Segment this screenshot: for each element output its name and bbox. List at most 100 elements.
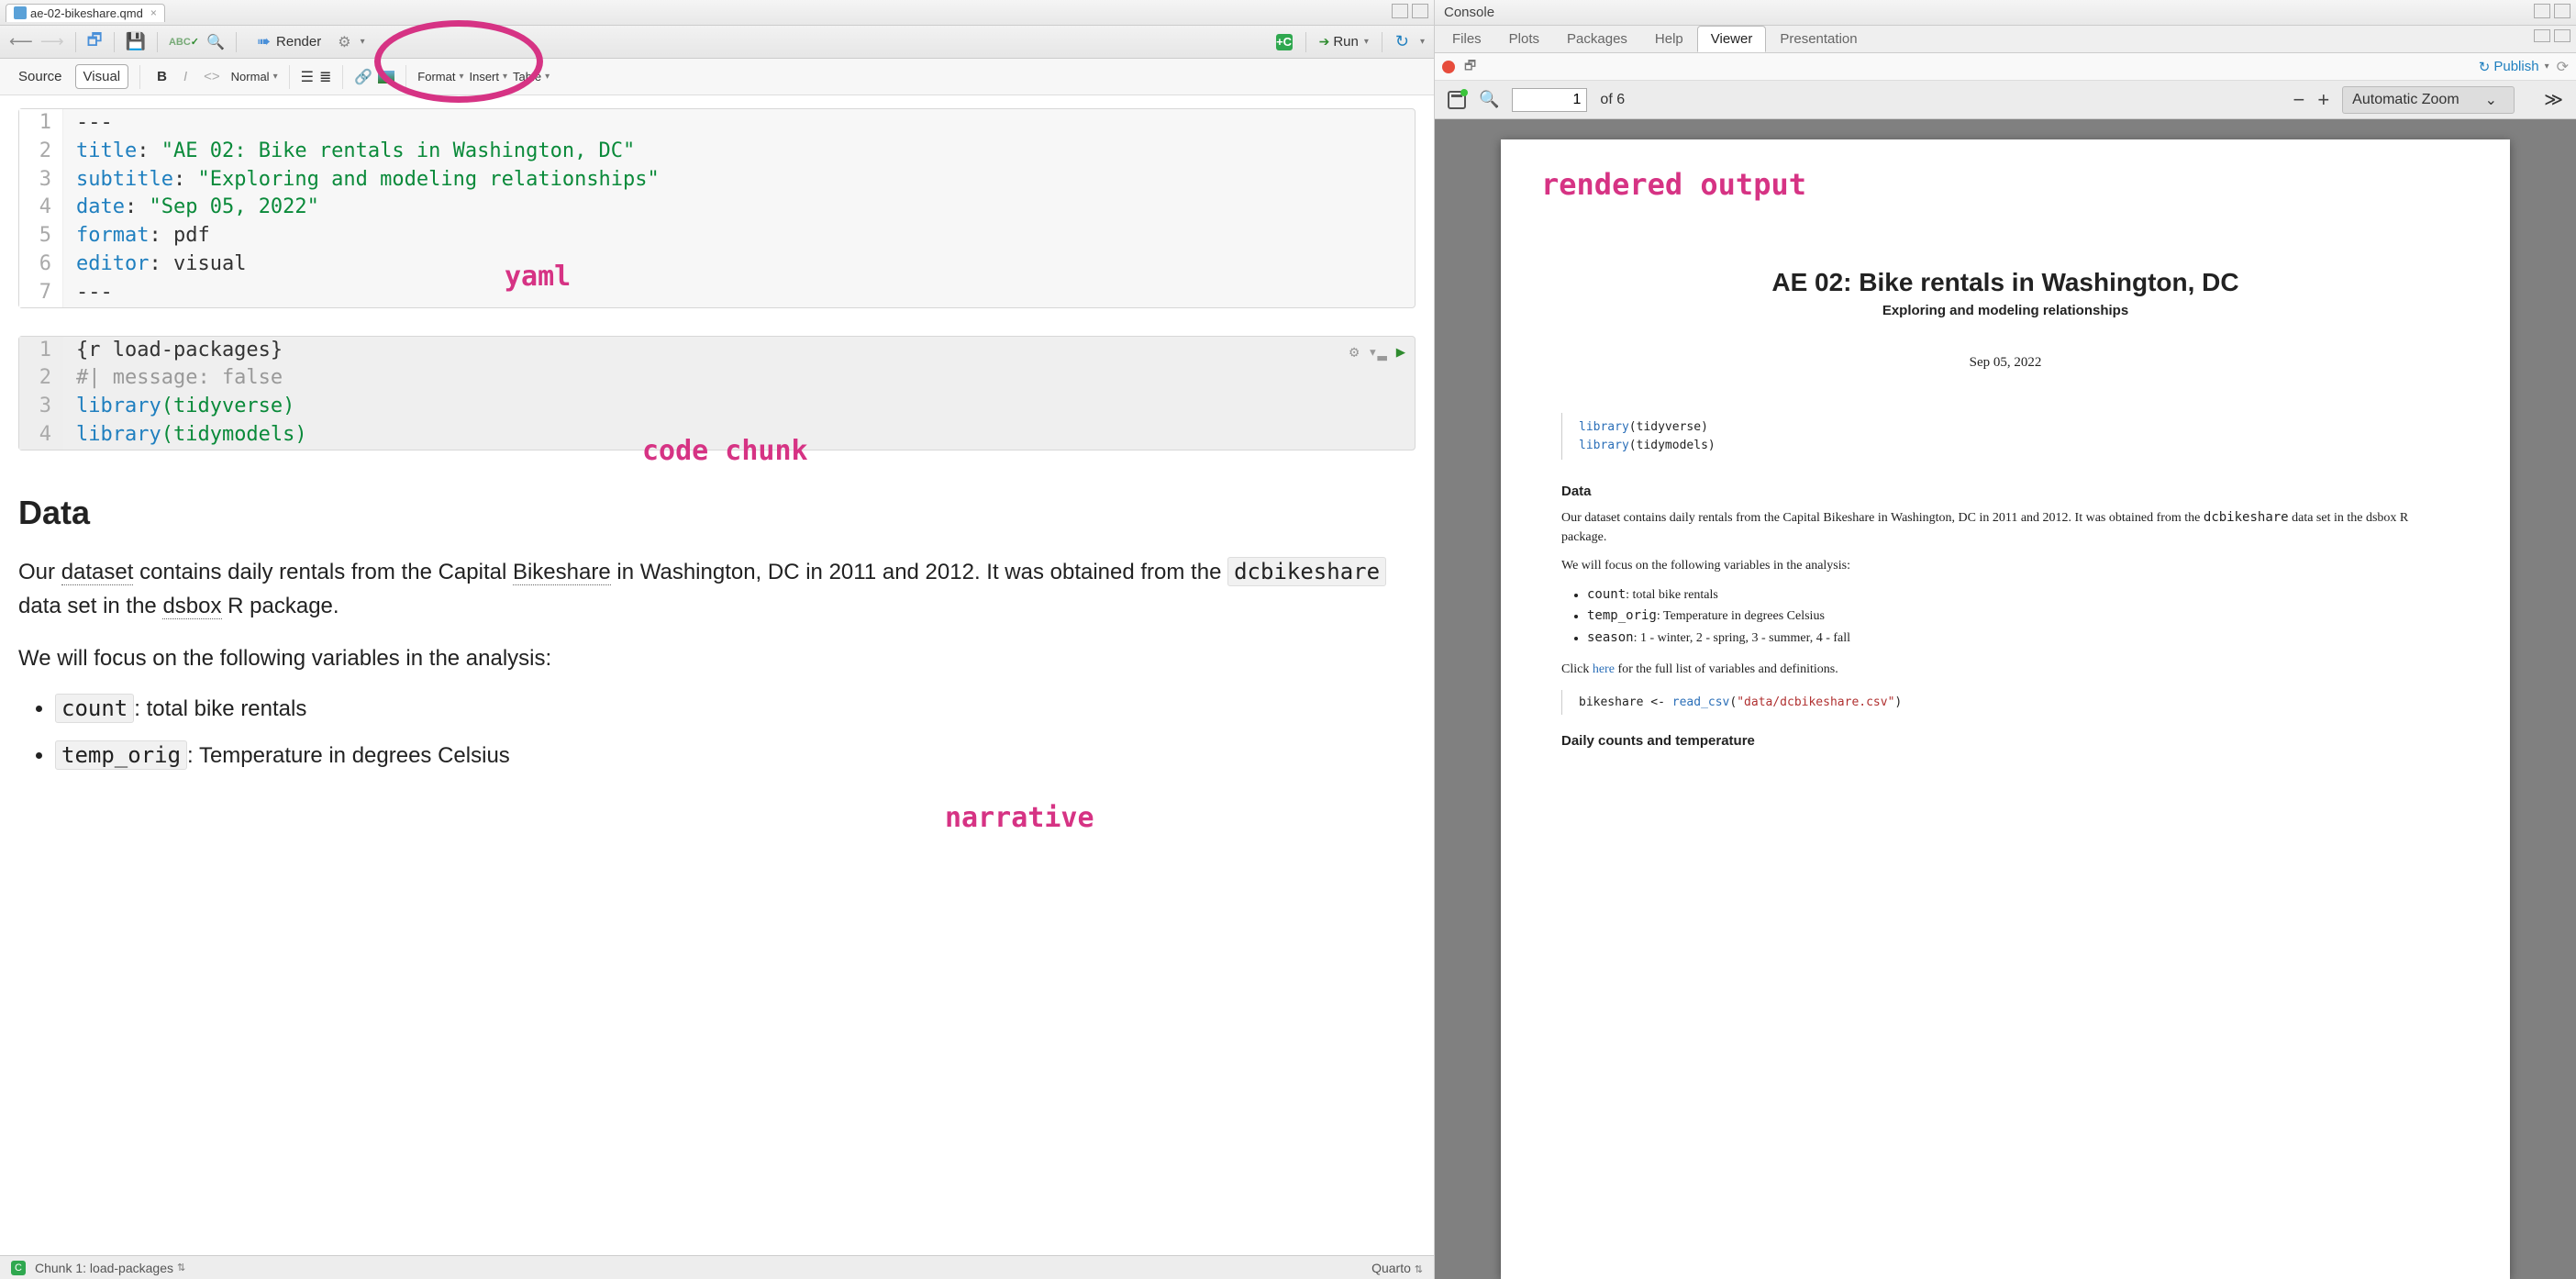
paragraph-style-dropdown[interactable]: Normal▾ [231,70,278,83]
save-icon[interactable]: 💾 [126,32,146,51]
rendered-data-heading: Data [1561,484,2449,499]
chunk-indicator-icon: C [11,1261,26,1275]
console-tab-bar: Console [1435,0,2576,26]
rendered-para1: Our dataset contains daily rentals from … [1561,508,2449,547]
plots-tab[interactable]: Plots [1495,26,1553,52]
refresh-viewer-icon[interactable]: ⟳ [2557,58,2569,76]
spellcheck-icon[interactable]: ABC✓ [169,36,199,48]
rendered-code-libs: library(tidyverse) library(tidymodels) [1561,413,2449,460]
quarto-doc-icon [14,6,27,19]
code-format-button[interactable]: <> [198,66,226,87]
render-settings-caret-icon[interactable]: ▾ [361,37,365,47]
pdf-tools-icon[interactable]: ≫ [2544,88,2563,111]
console-min-icon[interactable] [2534,4,2550,18]
rendered-para2: We will focus on the following variables… [1561,556,2449,575]
minimize-pane-icon[interactable] [1392,4,1408,18]
bold-button[interactable]: B [151,66,172,87]
run-caret-icon: ▾ [1364,37,1369,47]
run-label: Run [1333,34,1359,50]
table-menu[interactable]: Table▾ [513,70,550,83]
image-icon[interactable] [378,71,394,83]
format-menu[interactable]: Format▾ [417,70,463,83]
code-chunk[interactable]: ⚙ ▾▂ ▶ 1{r load-packages} 2#| message: f… [18,336,1416,450]
rendered-read-csv: bikeshare <- read_csv("data/dcbikeshare.… [1561,690,2449,715]
zoom-in-icon[interactable]: + [2317,88,2329,112]
viewer-tab[interactable]: Viewer [1697,26,1767,52]
link-icon[interactable]: 🔗 [354,68,372,86]
publish-icon[interactable]: ↻ [1395,32,1409,51]
source-pane: ae-02-bikeshare.qmd × ⟵ ⟶ 🗗 💾 ABC✓ 🔍 ➠ R… [0,0,1435,1279]
chunk-nav-updown-icon[interactable]: ⇅ [177,1262,185,1273]
rendered-daily-heading: Daily counts and temperature [1561,733,2449,749]
visual-mode-toggle[interactable]: Visual [75,64,129,89]
source-status-bar: C Chunk 1: load-packages ⇅ Quarto ⇅ [0,1255,1434,1279]
run-chunk-icon[interactable]: ▶ [1396,342,1405,364]
pdf-page-count: of 6 [1600,92,1625,108]
code-chunk-annotation: code chunk [642,435,808,467]
zoom-dropdown[interactable]: Automatic Zoom ⌄ [2342,86,2515,114]
rendered-subtitle: Exploring and modeling relationships [1561,303,2449,318]
rendered-para3: Click here for the full list of variable… [1561,660,2449,679]
engine-label[interactable]: Quarto ⇅ [1371,1261,1423,1275]
render-label: Render [276,34,321,50]
source-mode-toggle[interactable]: Source [11,65,70,88]
nav-forward-icon[interactable]: ⟶ [40,32,64,51]
render-button[interactable]: ➠ Render [248,28,330,55]
panel-min-icon[interactable] [2534,29,2550,42]
zoom-caret-icon: ⌄ [2485,91,2497,109]
output-pane: Console Files Plots Packages Help Viewer… [1435,0,2576,1279]
chunk-nav-label[interactable]: Chunk 1: load-packages [35,1261,173,1275]
chunk-settings-icon[interactable]: ⚙ [1349,342,1359,364]
run-button[interactable]: ➔ Run ▾ [1319,34,1369,50]
editor-body[interactable]: 1--- 2title: "AE 02: Bike rentals in Was… [0,95,1434,1255]
rendered-var-list: count: total bike rentals temp_orig: Tem… [1587,584,2449,649]
file-tab-label: ae-02-bikeshare.qmd [30,6,143,20]
maximize-pane-icon[interactable] [1412,4,1428,18]
viewer-toolbar: 🗗 ↻ Publish ▾ ⟳ [1435,53,2576,81]
popout-viewer-icon[interactable]: 🗗 [1464,56,1476,78]
italic-button[interactable]: I [178,66,193,87]
zoom-out-icon[interactable]: − [2293,88,2304,112]
lower-panel-tabs: Files Plots Packages Help Viewer Present… [1435,26,2576,53]
publish-icon: ↻ [2479,59,2491,75]
bullet-list-icon[interactable]: ☰ [301,68,314,86]
close-tab-icon[interactable]: × [150,6,157,19]
narrative-section[interactable]: Data Our dataset contains daily rentals … [18,487,1416,773]
pdf-toolbar: 🔍 of 6 − + Automatic Zoom ⌄ ≫ [1435,81,2576,119]
render-arrow-icon: ➠ [257,32,271,51]
pdf-page-input[interactable] [1512,88,1587,112]
console-max-icon[interactable] [2554,4,2570,18]
rendered-output-annotation: rendered output [1541,167,1806,202]
console-tab[interactable]: Console [1444,5,1494,20]
packages-tab[interactable]: Packages [1553,26,1641,52]
yaml-annotation: yaml [505,261,571,293]
insert-menu[interactable]: Insert▾ [469,70,507,83]
rendered-page: rendered output AE 02: Bike rentals in W… [1501,139,2510,1279]
file-tab-bar: ae-02-bikeshare.qmd × [0,0,1434,26]
rendered-title: AE 02: Bike rentals in Washington, DC [1561,268,2449,297]
rendered-date: Sep 05, 2022 [1561,355,2449,371]
publish-button[interactable]: ↻ Publish ▾ [2479,59,2549,75]
panel-max-icon[interactable] [2554,29,2570,42]
data-heading: Data [18,487,1416,539]
file-tab[interactable]: ae-02-bikeshare.qmd × [6,4,165,22]
files-tab[interactable]: Files [1438,26,1495,52]
pdf-viewport[interactable]: rendered output AE 02: Bike rentals in W… [1435,119,2576,1279]
presentation-tab[interactable]: Presentation [1766,26,1871,52]
find-replace-icon[interactable]: 🔍 [206,33,225,51]
numbered-list-icon[interactable]: ≣ [319,68,331,86]
pdf-search-icon[interactable]: 🔍 [1479,90,1499,109]
source-toolbar: ⟵ ⟶ 🗗 💾 ABC✓ 🔍 ➠ Render ⚙ ▾ +C ➔ Run ▾ ↻… [0,26,1434,59]
help-tab[interactable]: Help [1641,26,1697,52]
run-arrow-icon: ➔ [1319,34,1330,50]
run-above-icon[interactable]: ▾▂ [1368,342,1386,364]
nav-back-icon[interactable]: ⟵ [9,32,33,51]
pdf-sidebar-toggle-icon[interactable] [1448,91,1466,109]
render-settings-icon[interactable]: ⚙ [338,33,350,51]
clear-viewer-icon[interactable] [1442,61,1455,73]
visual-format-bar: Source Visual B I <> Normal▾ ☰ ≣ 🔗 Forma… [0,59,1434,95]
yaml-block[interactable]: 1--- 2title: "AE 02: Bike rentals in Was… [18,108,1416,308]
insert-chunk-button[interactable]: +C [1276,34,1293,50]
show-in-new-window-icon[interactable]: 🗗 [87,28,103,56]
narrative-annotation: narrative [945,802,1094,834]
